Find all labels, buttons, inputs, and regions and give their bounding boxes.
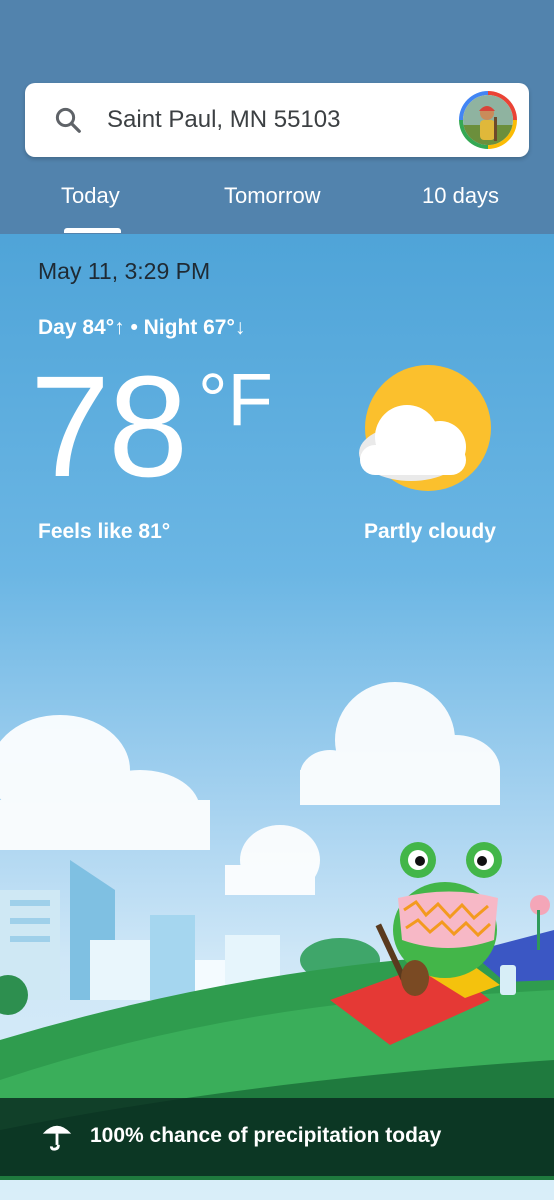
location-text[interactable]: Saint Paul, MN 55103 (107, 105, 340, 135)
selected-tab-indicator (64, 228, 121, 233)
search-icon[interactable] (53, 105, 83, 135)
current-temperature: 78 (30, 346, 188, 507)
feels-like: Feels like 81° (38, 520, 171, 543)
current-datetime: May 11, 3:29 PM (38, 258, 211, 284)
day-night-temps: Day 84°↑ • Night 67°↓ (38, 316, 246, 339)
temperature-unit: °F (198, 358, 273, 441)
location-search-bar[interactable]: Saint Paul, MN 55103 (25, 83, 529, 157)
precipitation-text: 100% chance of precipitation today (90, 1124, 442, 1147)
umbrella-icon (42, 1125, 72, 1151)
tab-tomorrow[interactable]: Tomorrow (224, 182, 321, 210)
weather-condition: Partly cloudy (364, 520, 496, 543)
day-tabs: Today Tomorrow 10 days (0, 170, 554, 234)
avatar[interactable] (459, 91, 517, 149)
avatar-photo (463, 95, 513, 145)
tab-today[interactable]: Today (61, 182, 120, 210)
precipitation-bar[interactable]: 100% chance of precipitation today (0, 1098, 554, 1176)
tab-10-days[interactable]: 10 days (422, 182, 499, 210)
partly-cloudy-icon (359, 365, 491, 491)
